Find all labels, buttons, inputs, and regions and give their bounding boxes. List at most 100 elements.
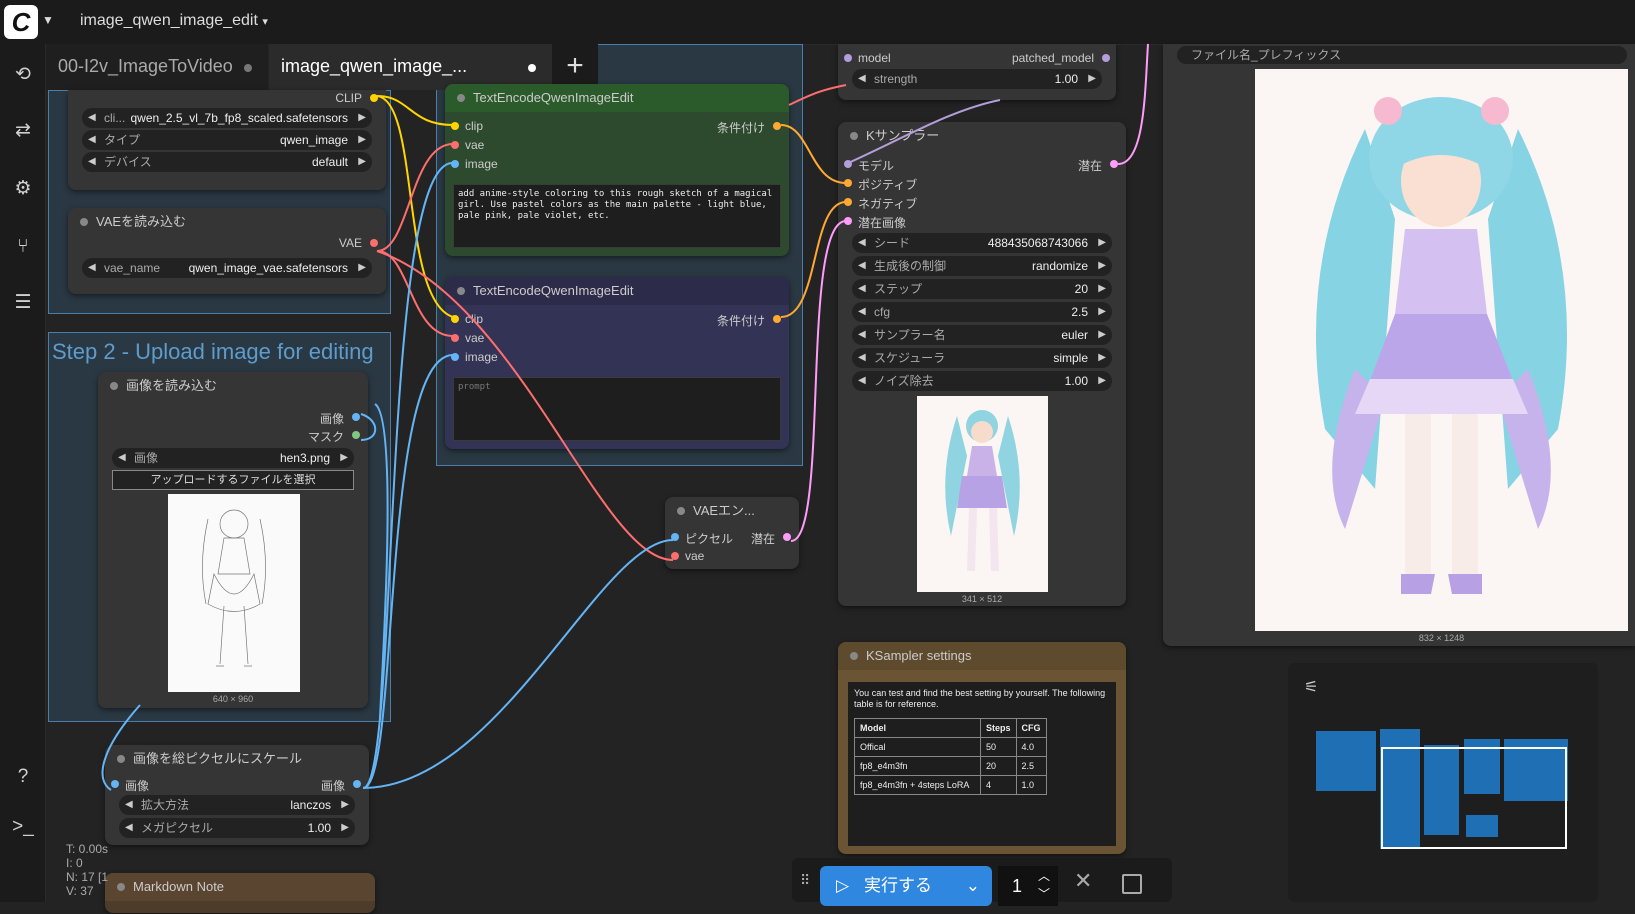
output-model-pin[interactable]	[1102, 54, 1110, 62]
help-icon[interactable]: ?	[10, 764, 36, 790]
clip-loader-node[interactable]: CLIP cli...qwen_2.5_vl_7b_fp8_scaled.saf…	[68, 90, 386, 190]
output-conditioning-label: 条件付け	[716, 121, 765, 135]
terminal-icon[interactable]: >_	[10, 814, 36, 840]
save-image-node[interactable]: ファイル名_プレフィックス 832 × 1248	[1163, 44, 1635, 646]
chevron-down-icon[interactable]: ▼	[42, 13, 54, 27]
input-negative-pin[interactable]	[844, 198, 852, 206]
minimap-settings-icon[interactable]: ⚟	[1304, 677, 1318, 697]
vae-encode-node[interactable]: VAEエン... ピクセル vae 潜在	[665, 497, 799, 569]
node-title: KSampler settings	[838, 642, 1126, 670]
model-library-icon[interactable]: ⚙	[10, 176, 36, 202]
decrement-icon[interactable]: ﹀	[1038, 874, 1050, 914]
negative-prompt-textarea[interactable]: prompt	[453, 377, 781, 441]
comfy-logo-icon[interactable]: C	[4, 5, 38, 39]
input-clip-pin[interactable]	[451, 315, 459, 323]
megapixels-widget[interactable]: メガピクセル1.00	[119, 818, 355, 838]
filename-prefix-widget[interactable]: ファイル名_プレフィックス	[1177, 46, 1627, 64]
chevron-down-icon[interactable]: ⌄	[966, 866, 980, 906]
output-latent-pin[interactable]	[1110, 160, 1118, 168]
control-after-generate-widget[interactable]: 生成後の制御randomize	[852, 256, 1112, 276]
batch-count-input[interactable]: 1 ︿ ﹀	[998, 866, 1058, 906]
table-row: fp8_e4m3fn 20 2.5	[854, 756, 1047, 776]
input-vae-pin[interactable]	[671, 552, 679, 560]
note-body: You can test and find the best setting b…	[848, 682, 1116, 846]
settings-table: Model Steps CFG Offical 50 4.0 fp8_e4m3f…	[854, 718, 1047, 795]
input-vae-pin[interactable]	[451, 334, 459, 342]
clip-name-widget[interactable]: cli...qwen_2.5_vl_7b_fp8_scaled.safetens…	[82, 108, 372, 128]
output-conditioning-pin[interactable]	[773, 122, 781, 130]
input-model-pin[interactable]	[844, 160, 852, 168]
vae-name-widget[interactable]: vae_nameqwen_image_vae.safetensors	[82, 258, 372, 278]
clip-device-widget[interactable]: デバイスdefault	[82, 152, 372, 172]
sampler-widget[interactable]: サンプラー名euler	[852, 325, 1112, 345]
workflows-icon[interactable]: ⑂	[10, 234, 36, 260]
vae-loader-node[interactable]: VAEを読み込む VAE vae_nameqwen_image_vae.safe…	[68, 208, 386, 294]
input-image-pin[interactable]	[451, 353, 459, 361]
group-title-step2: Step 2 - Upload image for editing	[52, 339, 374, 364]
markdown-note-node[interactable]: Markdown Note	[105, 873, 375, 913]
scheduler-widget[interactable]: スケジューラsimple	[852, 348, 1112, 368]
input-latent-label: 潜在画像	[858, 216, 907, 230]
stop-icon[interactable]	[1122, 874, 1142, 894]
input-vae-pin[interactable]	[451, 141, 459, 149]
text-encode-positive-node[interactable]: TextEncodeQwenImageEdit clip vae image 条…	[445, 84, 789, 256]
input-latent-pin[interactable]	[844, 217, 852, 225]
text-encode-negative-node[interactable]: TextEncodeQwenImageEdit clip vae image 条…	[445, 277, 789, 449]
clip-type-widget[interactable]: タイプqwen_image	[82, 130, 372, 150]
input-pixels-pin[interactable]	[671, 533, 679, 541]
seed-widget[interactable]: シード488435068743066	[852, 233, 1112, 253]
input-image-pin[interactable]	[451, 160, 459, 168]
minimap[interactable]: ⚟	[1288, 663, 1598, 902]
upload-button[interactable]: アップロードするファイルを選択	[112, 470, 354, 490]
history-icon[interactable]: ⟲	[10, 62, 36, 88]
lora-loader-node[interactable]: model patched_model strength1.00	[838, 44, 1116, 100]
drag-handle-icon[interactable]: ⠿	[800, 872, 810, 889]
input-vae-label: vae	[465, 331, 485, 345]
ksampler-settings-note[interactable]: KSampler settings You can test and find …	[838, 642, 1126, 854]
minimap-viewport[interactable]	[1381, 747, 1567, 849]
table-row: Offical 50 4.0	[854, 737, 1047, 757]
output-image-pin[interactable]	[352, 413, 360, 421]
sidebar: ⟲ ⇄ ⚙ ⑂ ☰ ? >_	[0, 44, 46, 902]
workflow-title[interactable]: image_qwen_image_edit ▾	[80, 12, 268, 30]
output-mask-pin[interactable]	[352, 431, 360, 439]
templates-icon[interactable]: ☰	[10, 290, 36, 316]
steps-widget[interactable]: ステップ20	[852, 279, 1112, 299]
sketch-preview-image	[168, 494, 300, 692]
output-conditioning-pin[interactable]	[773, 315, 781, 323]
load-image-node[interactable]: 画像を読み込む 画像 マスク 画像hen3.png アップロードするファイルを選…	[98, 372, 368, 708]
cancel-icon[interactable]: ✕	[1074, 868, 1092, 894]
output-size-caption: 832 × 1248	[1418, 633, 1465, 643]
input-model-pin[interactable]	[844, 54, 852, 62]
output-vae-pin[interactable]	[370, 239, 378, 247]
positive-prompt-textarea[interactable]: add anime-style coloring to this rough s…	[453, 184, 781, 248]
output-vae-label: VAE	[338, 236, 362, 250]
input-positive-pin[interactable]	[844, 179, 852, 187]
top-bar: C ▼ image_qwen_image_edit ▾	[0, 0, 1635, 45]
preview-figure	[945, 410, 1020, 571]
image-size-caption: 640 × 960	[212, 694, 254, 704]
scale-pixels-node[interactable]: 画像を総ピクセルにスケール 画像 画像 拡大方法lanczos メガピクセル1.…	[105, 745, 369, 845]
output-latent-pin[interactable]	[783, 533, 791, 541]
upscale-method-widget[interactable]: 拡大方法lanczos	[119, 795, 355, 815]
input-image-pin[interactable]	[111, 780, 119, 788]
node-title: TextEncodeQwenImageEdit	[445, 277, 789, 305]
denoise-widget[interactable]: ノイズ除去1.00	[852, 371, 1112, 391]
node-title: Markdown Note	[105, 873, 375, 901]
lora-strength-widget[interactable]: strength1.00	[852, 69, 1102, 89]
ksampler-node[interactable]: Kサンプラー モデル ポジティブ ネガティブ 潜在画像 潜在 シード488435…	[838, 122, 1126, 606]
input-pixels-label: ピクセル	[685, 532, 734, 546]
input-clip-pin[interactable]	[451, 122, 459, 130]
input-clip-label: clip	[465, 312, 484, 326]
output-clip-pin[interactable]	[370, 94, 378, 102]
output-image-pin[interactable]	[353, 780, 361, 788]
input-positive-label: ポジティブ	[858, 178, 918, 192]
output-image	[1255, 69, 1628, 631]
image-select-widget[interactable]: 画像hen3.png	[112, 448, 354, 468]
output-model-label: patched_model	[1011, 51, 1094, 65]
unsaved-dot-icon	[244, 64, 252, 72]
run-button[interactable]: ▷ 実行する ⌄	[820, 866, 992, 906]
node-library-icon[interactable]: ⇄	[10, 118, 36, 144]
tab-i2v[interactable]: 00-I2v_ImageToVideo	[46, 44, 268, 90]
cfg-widget[interactable]: cfg2.5	[852, 302, 1112, 322]
